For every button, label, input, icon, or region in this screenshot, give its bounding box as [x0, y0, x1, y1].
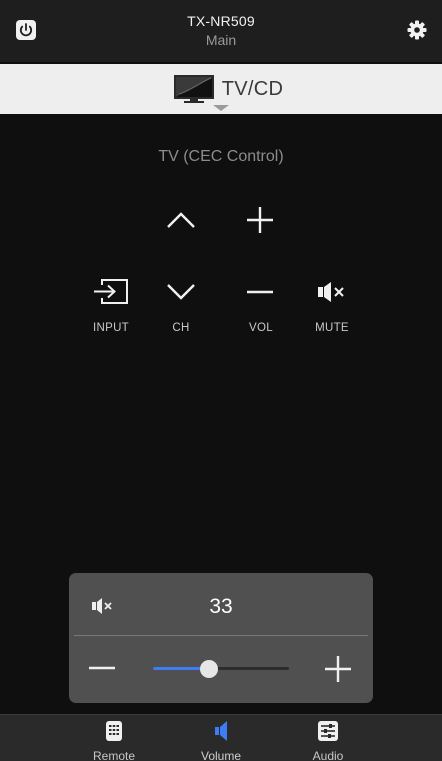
nav-icon-wrap [74, 720, 154, 742]
title-block: TX-NR509 Main [0, 13, 442, 48]
gear-icon [407, 20, 427, 40]
source-current: TV/CD [173, 74, 284, 104]
zone-name: Main [205, 32, 237, 48]
bottom-nav: Remote Volume Audio [0, 714, 442, 761]
ch-label: CH [172, 322, 190, 334]
nav-icon-wrap [181, 720, 261, 742]
input-icon [94, 279, 128, 304]
vol-label: VOL [249, 322, 273, 334]
minus-icon [247, 290, 273, 294]
mute-button[interactable] [308, 272, 356, 312]
chevron-up-icon [167, 212, 195, 228]
slider-thumb[interactable] [200, 660, 218, 678]
channel-up-button[interactable] [157, 200, 205, 240]
nav-label: Audio [312, 749, 344, 761]
channel-down-button[interactable] [157, 272, 205, 312]
section-title: TV (CEC Control) [158, 148, 284, 165]
input-label: INPUT [93, 322, 129, 334]
minus-icon [89, 666, 115, 670]
app-header: TX-NR509 Main [0, 0, 442, 62]
volume-increase-button[interactable] [323, 654, 353, 684]
speaker-icon [215, 721, 227, 741]
mute-icon [318, 282, 344, 302]
source-label: TV/CD [221, 77, 284, 100]
plus-icon [247, 207, 273, 233]
nav-item-volume[interactable]: Volume [181, 720, 261, 761]
equalizer-icon [318, 721, 338, 741]
device-name: TX-NR509 [187, 13, 255, 29]
volume-decrease-button[interactable] [87, 656, 117, 680]
source-selector[interactable]: TV/CD [0, 64, 442, 114]
nav-label: Volume [200, 749, 242, 761]
mute-label: MUTE [315, 322, 349, 334]
nav-icon-wrap [288, 720, 368, 742]
volume-panel: 33 [69, 573, 373, 703]
nav-item-audio[interactable]: Audio [288, 720, 368, 761]
nav-label: Remote [92, 749, 136, 761]
nav-item-remote[interactable]: Remote [74, 720, 154, 761]
volume-slider[interactable] [153, 658, 289, 680]
tv-icon [173, 75, 214, 103]
volume-value: 33 [209, 595, 233, 618]
plus-icon [325, 656, 351, 682]
volume-down-button[interactable] [236, 272, 284, 312]
divider [74, 635, 368, 636]
remote-icon [106, 721, 122, 741]
settings-button[interactable] [404, 17, 430, 43]
caret-down-icon [213, 105, 229, 111]
chevron-down-icon [167, 284, 195, 300]
volume-up-button[interactable] [236, 200, 284, 240]
input-button[interactable] [87, 272, 135, 312]
